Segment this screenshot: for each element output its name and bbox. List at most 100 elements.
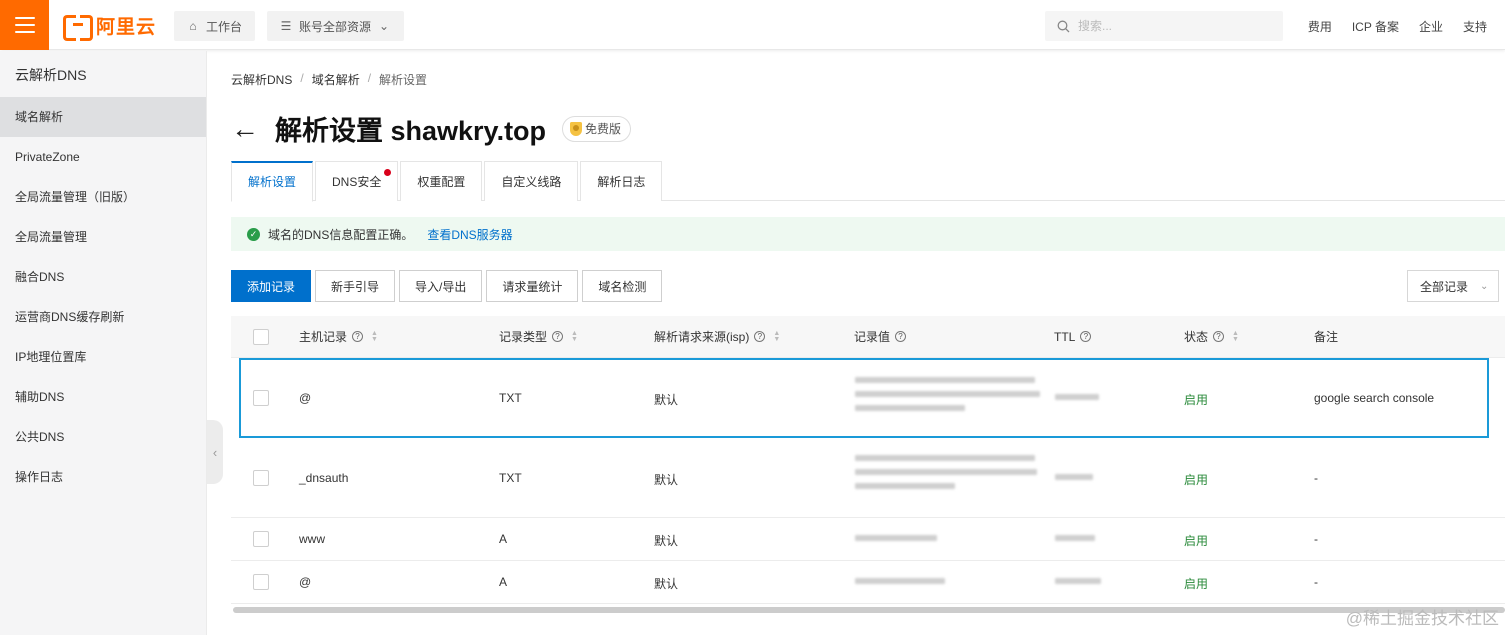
help-icon[interactable]: ? xyxy=(552,331,564,342)
cell-remark: google search console xyxy=(1314,391,1435,405)
col-value: 记录值? xyxy=(854,328,907,345)
sidebar-title: 云解析DNS xyxy=(15,67,87,83)
aliyun-logo[interactable]: 阿里云 xyxy=(63,14,157,41)
request-stats-button[interactable]: 请求量统计 xyxy=(486,270,579,302)
col-host[interactable]: 主机记录? ▲ ▼ xyxy=(299,328,378,345)
table-row[interactable]: @ TXT 默认 启用 google search console xyxy=(239,358,1489,438)
col-ttl-label: TTL xyxy=(1054,329,1076,344)
row-checkbox[interactable] xyxy=(253,531,269,547)
search-input[interactable] xyxy=(1078,19,1268,33)
help-icon[interactable]: ? xyxy=(754,331,766,342)
table-header: 主机记录? ▲ ▼ 记录类型? ▲ ▼ 解析请求来源(isp)? ▲ ▼ 记录值? TTL?… xyxy=(231,316,1505,358)
col-type[interactable]: 记录类型? ▲ ▼ xyxy=(499,328,578,345)
cell-ttl-redacted xyxy=(1054,392,1100,402)
stack-icon: ☰ xyxy=(280,19,292,33)
logo-text: 阿里云 xyxy=(96,16,157,38)
breadcrumb: 云解析DNS / 域名解析 / 解析设置 xyxy=(231,71,428,88)
shield-icon xyxy=(570,121,583,136)
sidebar-item-fusion-dns[interactable]: 融合DNS xyxy=(0,257,206,297)
row-checkbox[interactable] xyxy=(253,470,269,486)
top-link-fees[interactable]: 费用 xyxy=(1308,18,1332,35)
back-arrow-icon[interactable]: ← xyxy=(231,113,261,145)
tab-custom-lines[interactable]: 自定义线路 xyxy=(484,161,579,201)
tab-dns-security[interactable]: DNS安全 xyxy=(315,161,399,201)
edition-label: 免费版 xyxy=(585,122,622,136)
top-link-support[interactable]: 支持 xyxy=(1463,18,1487,35)
row-checkbox[interactable] xyxy=(253,574,269,590)
sidebar-item-public-dns[interactable]: 公共DNS xyxy=(0,417,206,457)
horizontal-scrollbar[interactable] xyxy=(233,607,1505,613)
cell-ttl-redacted xyxy=(1054,472,1094,482)
cell-host: @ xyxy=(299,575,312,589)
chevron-down-icon: ⌄ xyxy=(1480,280,1489,292)
aliyun-logo-mark xyxy=(63,15,93,41)
cell-line: 默认 xyxy=(654,577,679,591)
records-table: 主机记录? ▲ ▼ 记录类型? ▲ ▼ 解析请求来源(isp)? ▲ ▼ 记录值? TTL?… xyxy=(231,316,1505,604)
row-checkbox[interactable] xyxy=(253,390,269,406)
tab-label: 权重配置 xyxy=(417,175,466,189)
top-bar: 阿里云 ⌂ 工作台 ☰ 账号全部资源 ⌄ 费用 ICP 备案 企业 支持 xyxy=(0,0,1505,50)
tab-resolution-log[interactable]: 解析日志 xyxy=(580,161,663,201)
add-record-button[interactable]: 添加记录 xyxy=(231,270,312,302)
sort-icon[interactable]: ▲ ▼ xyxy=(371,330,378,343)
col-host-label: 主机记录 xyxy=(299,330,348,344)
help-icon[interactable]: ? xyxy=(1213,331,1225,342)
view-dns-servers-link[interactable]: 查看DNS服务器 xyxy=(427,226,512,243)
hamburger-menu-icon[interactable] xyxy=(0,0,49,50)
main-content: 云解析DNS / 域名解析 / 解析设置 ← 解析设置 shawkry.top … xyxy=(207,51,1505,635)
edition-badge: 免费版 xyxy=(562,115,632,142)
sidebar-item-ip-geo[interactable]: IP地理位置库 xyxy=(0,337,206,377)
cell-value-redacted xyxy=(854,576,946,586)
cell-status: 启用 xyxy=(1184,473,1209,487)
top-link-icp[interactable]: ICP 备案 xyxy=(1352,18,1399,35)
breadcrumb-current: 解析设置 xyxy=(379,73,428,87)
import-export-button[interactable]: 导入/导出 xyxy=(399,270,483,302)
col-status[interactable]: 状态? ▲ ▼ xyxy=(1184,328,1239,345)
tab-weight-config[interactable]: 权重配置 xyxy=(400,161,483,201)
cell-remark: - xyxy=(1314,532,1318,546)
resources-dropdown[interactable]: ☰ 账号全部资源 ⌄ xyxy=(267,11,404,41)
tab-resolution-settings[interactable]: 解析设置 xyxy=(231,161,314,202)
sort-icon[interactable]: ▲ ▼ xyxy=(773,330,780,343)
help-icon[interactable]: ? xyxy=(895,331,907,342)
sidebar-item-privatezone[interactable]: PrivateZone xyxy=(0,137,206,177)
cell-host: _dnsauth xyxy=(299,471,349,485)
cell-type: A xyxy=(499,575,508,589)
cell-value-redacted xyxy=(854,533,938,543)
domain-check-button[interactable]: 域名检测 xyxy=(582,270,663,302)
col-isp-label: 解析请求来源(isp) xyxy=(654,330,750,344)
sidebar-item-gtm-legacy[interactable]: 全局流量管理（旧版） xyxy=(0,177,206,217)
sidebar-item-cache-refresh[interactable]: 运营商DNS缓存刷新 xyxy=(0,297,206,337)
cell-ttl-redacted xyxy=(1054,533,1096,543)
sidebar-item-secondary-dns[interactable]: 辅助DNS xyxy=(0,377,206,417)
cell-type: TXT xyxy=(499,391,522,405)
record-filter-select[interactable]: 全部记录 ⌄ xyxy=(1407,270,1499,302)
table-row[interactable]: _dnsauth TXT 默认 启用 - xyxy=(231,438,1505,518)
table-row[interactable]: @ A 默认 启用 - xyxy=(231,561,1505,604)
sidebar-item-domain-resolution[interactable]: 域名解析 xyxy=(0,97,206,137)
sidebar-item-operation-log[interactable]: 操作日志 xyxy=(0,457,206,497)
workbench-button[interactable]: ⌂ 工作台 xyxy=(174,11,255,41)
help-icon[interactable]: ? xyxy=(1080,331,1092,342)
col-isp[interactable]: 解析请求来源(isp)? ▲ ▼ xyxy=(654,328,780,345)
tab-label: 自定义线路 xyxy=(501,175,562,189)
breadcrumb-dns[interactable]: 云解析DNS xyxy=(231,71,292,88)
cell-remark: - xyxy=(1314,471,1318,485)
table-row[interactable]: www A 默认 启用 - xyxy=(231,518,1505,561)
cell-line: 默认 xyxy=(654,534,679,548)
select-all-checkbox[interactable] xyxy=(253,328,269,345)
sidebar-item-gtm[interactable]: 全局流量管理 xyxy=(0,217,206,257)
sort-icon[interactable]: ▲ ▼ xyxy=(1232,330,1239,343)
breadcrumb-domain[interactable]: 域名解析 xyxy=(312,71,360,88)
top-links: 费用 ICP 备案 企业 支持 xyxy=(1308,18,1487,35)
help-icon[interactable]: ? xyxy=(352,331,364,342)
search-icon xyxy=(1057,20,1070,32)
search-box xyxy=(1045,11,1283,41)
guide-button[interactable]: 新手引导 xyxy=(315,270,396,302)
sort-icon[interactable]: ▲ ▼ xyxy=(571,330,578,343)
watermark: @稀土掘金技术社区 xyxy=(1345,609,1499,628)
workbench-label: 工作台 xyxy=(206,19,243,34)
notification-dot xyxy=(384,169,392,176)
col-remark: 备注 xyxy=(1314,328,1338,345)
top-link-enterprise[interactable]: 企业 xyxy=(1419,18,1443,35)
